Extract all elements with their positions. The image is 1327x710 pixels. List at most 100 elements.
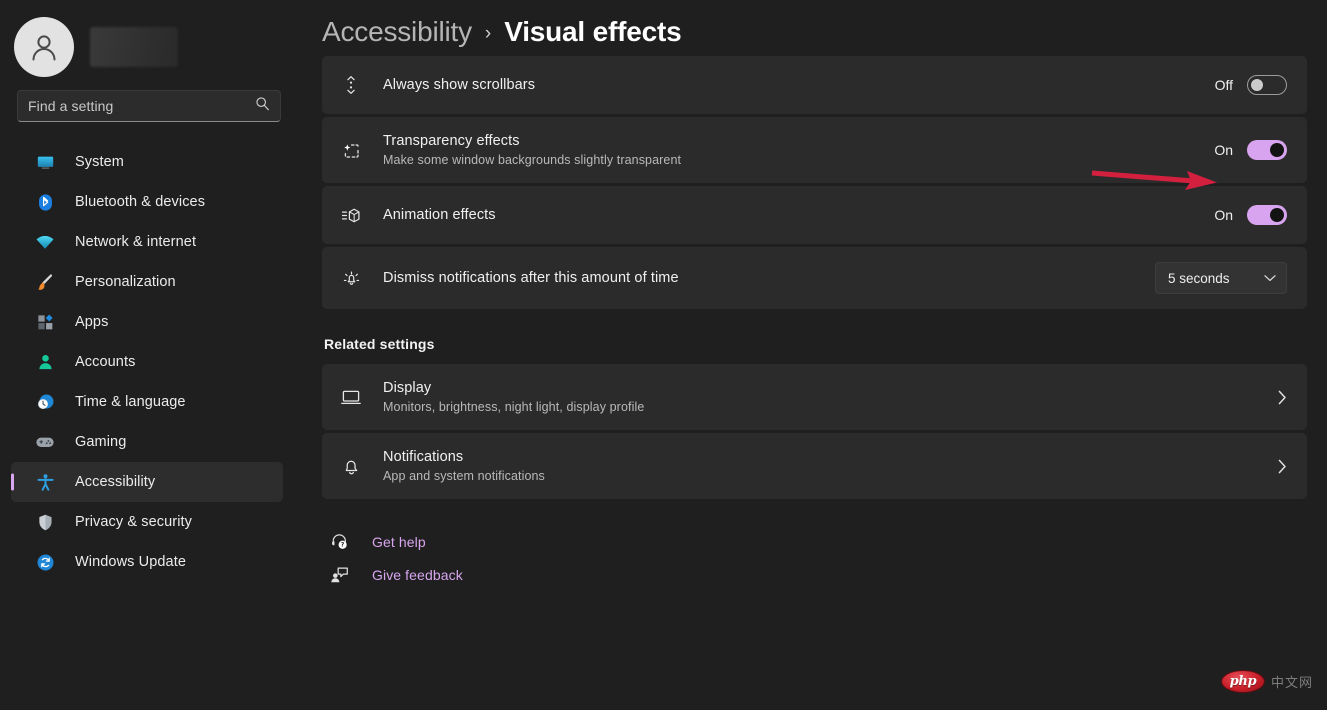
svg-text:?: ? — [340, 542, 344, 548]
breadcrumb: Accessibility › Visual effects — [322, 0, 1327, 56]
bluetooth-icon — [34, 191, 56, 213]
related-subtitle: Monitors, brightness, night light, displ… — [383, 399, 1278, 416]
toggle-state-label: Off — [1215, 77, 1233, 93]
sidebar-item-windows-update[interactable]: Windows Update — [11, 542, 283, 582]
animation-effects-toggle[interactable] — [1247, 205, 1287, 225]
setting-title: Animation effects — [383, 206, 1214, 225]
profile-section[interactable] — [0, 0, 300, 78]
watermark: php 中文网 — [1222, 671, 1313, 692]
dropdown-value: 5 seconds — [1168, 271, 1230, 286]
setting-row-animation-effects[interactable]: Animation effects On — [322, 186, 1307, 244]
toggle-knob — [1270, 143, 1284, 157]
setting-text: Always show scrollbars — [383, 76, 1215, 95]
php-logo-icon: php — [1222, 671, 1264, 692]
sidebar-item-time-language[interactable]: Time & language — [11, 382, 283, 422]
sidebar-item-label: Gaming — [75, 434, 126, 450]
related-title: Notifications — [383, 448, 1278, 467]
setting-row-dismiss-notifications[interactable]: Dismiss notifications after this amount … — [322, 247, 1307, 309]
breadcrumb-parent-link[interactable]: Accessibility — [322, 16, 472, 48]
related-text: Notifications App and system notificatio… — [383, 448, 1278, 485]
sidebar-item-personalization[interactable]: Personalization — [11, 262, 283, 302]
bell-timer-icon — [338, 268, 364, 289]
setting-row-always-show-scrollbars[interactable]: Always show scrollbars Off — [322, 56, 1307, 114]
watermark-suffix-text: 中文网 — [1271, 672, 1313, 691]
toggle-state-label: On — [1214, 142, 1233, 158]
clock-globe-icon — [34, 391, 56, 413]
page-title: Visual effects — [504, 16, 681, 48]
related-item-display[interactable]: Display Monitors, brightness, night ligh… — [322, 364, 1307, 430]
sidebar-item-label: Accounts — [75, 354, 135, 370]
sidebar-item-privacy-security[interactable]: Privacy & security — [11, 502, 283, 542]
related-text: Display Monitors, brightness, night ligh… — [383, 379, 1278, 416]
sidebar: Find a setting — [0, 0, 300, 710]
setting-control: On — [1214, 140, 1287, 160]
sidebar-item-label: Bluetooth & devices — [75, 194, 205, 210]
settings-list: Always show scrollbars Off — [322, 56, 1327, 591]
scrollbar-updown-icon — [338, 75, 364, 95]
sidebar-item-label: Time & language — [75, 394, 186, 410]
update-refresh-icon — [34, 551, 56, 573]
chevron-right-icon — [1278, 390, 1287, 405]
search-container: Find a setting — [0, 78, 300, 122]
chevron-right-icon: › — [485, 23, 491, 45]
toggle-state-label: On — [1214, 207, 1233, 223]
sidebar-item-bluetooth-devices[interactable]: Bluetooth & devices — [11, 182, 283, 222]
sidebar-item-label: Accessibility — [75, 474, 155, 490]
setting-row-transparency-effects[interactable]: Transparency effects Make some window ba… — [322, 117, 1307, 183]
setting-text: Transparency effects Make some window ba… — [383, 132, 1214, 169]
person-avatar-icon — [27, 30, 61, 64]
sidebar-nav: System Bluetooth & devices — [0, 142, 300, 582]
give-feedback-link[interactable]: Give feedback — [328, 558, 1307, 591]
related-subtitle: App and system notifications — [383, 468, 1278, 485]
shield-icon — [34, 511, 56, 533]
setting-text: Animation effects — [383, 206, 1214, 225]
sidebar-item-label: Network & internet — [75, 234, 196, 250]
transparency-effects-toggle[interactable] — [1247, 140, 1287, 160]
sidebar-item-accounts[interactable]: Accounts — [11, 342, 283, 382]
accessibility-person-icon — [34, 471, 56, 493]
dismiss-duration-dropdown[interactable]: 5 seconds — [1155, 262, 1287, 294]
bell-icon — [338, 456, 364, 477]
sidebar-item-label: Apps — [75, 314, 108, 330]
sidebar-item-gaming[interactable]: Gaming — [11, 422, 283, 462]
transparency-sparkle-icon — [338, 140, 364, 161]
toggle-knob — [1270, 208, 1284, 222]
setting-subtitle: Make some window backgrounds slightly tr… — [383, 152, 1214, 169]
paintbrush-icon — [34, 271, 56, 293]
related-settings-heading: Related settings — [324, 336, 1307, 352]
link-label: Give feedback — [372, 567, 463, 583]
settings-window: Find a setting — [0, 0, 1327, 710]
sidebar-item-apps[interactable]: Apps — [11, 302, 283, 342]
sidebar-item-label: Personalization — [75, 274, 176, 290]
watermark-badge-text: php — [1230, 674, 1257, 689]
link-label: Get help — [372, 534, 426, 550]
sidebar-item-system[interactable]: System — [11, 142, 283, 182]
related-item-notifications[interactable]: Notifications App and system notificatio… — [322, 433, 1307, 499]
always-show-scrollbars-toggle[interactable] — [1247, 75, 1287, 95]
sidebar-item-label: Privacy & security — [75, 514, 192, 530]
setting-control: 5 seconds — [1155, 262, 1287, 294]
setting-control: Off — [1215, 75, 1287, 95]
sidebar-item-network-internet[interactable]: Network & internet — [11, 222, 283, 262]
search-placeholder: Find a setting — [28, 98, 113, 114]
setting-title: Dismiss notifications after this amount … — [383, 269, 1155, 288]
setting-text: Dismiss notifications after this amount … — [383, 269, 1155, 288]
sidebar-item-label: System — [75, 154, 124, 170]
toggle-knob — [1251, 79, 1263, 91]
setting-title: Transparency effects — [383, 132, 1214, 151]
get-help-link[interactable]: ? Get help — [328, 525, 1307, 558]
gamepad-icon — [34, 431, 56, 453]
main-content: Accessibility › Visual effects Always sh… — [300, 0, 1327, 710]
setting-control: On — [1214, 205, 1287, 225]
related-title: Display — [383, 379, 1278, 398]
avatar[interactable] — [14, 17, 74, 77]
animation-cube-icon — [338, 206, 364, 225]
search-icon — [255, 96, 270, 116]
setting-title: Always show scrollbars — [383, 76, 1215, 95]
search-input[interactable]: Find a setting — [17, 90, 281, 122]
sidebar-item-accessibility[interactable]: Accessibility — [11, 462, 283, 502]
sidebar-item-label: Windows Update — [75, 554, 186, 570]
footer-links: ? Get help Give feedback — [322, 525, 1307, 591]
account-person-icon — [34, 351, 56, 373]
monitor-icon — [34, 151, 56, 173]
